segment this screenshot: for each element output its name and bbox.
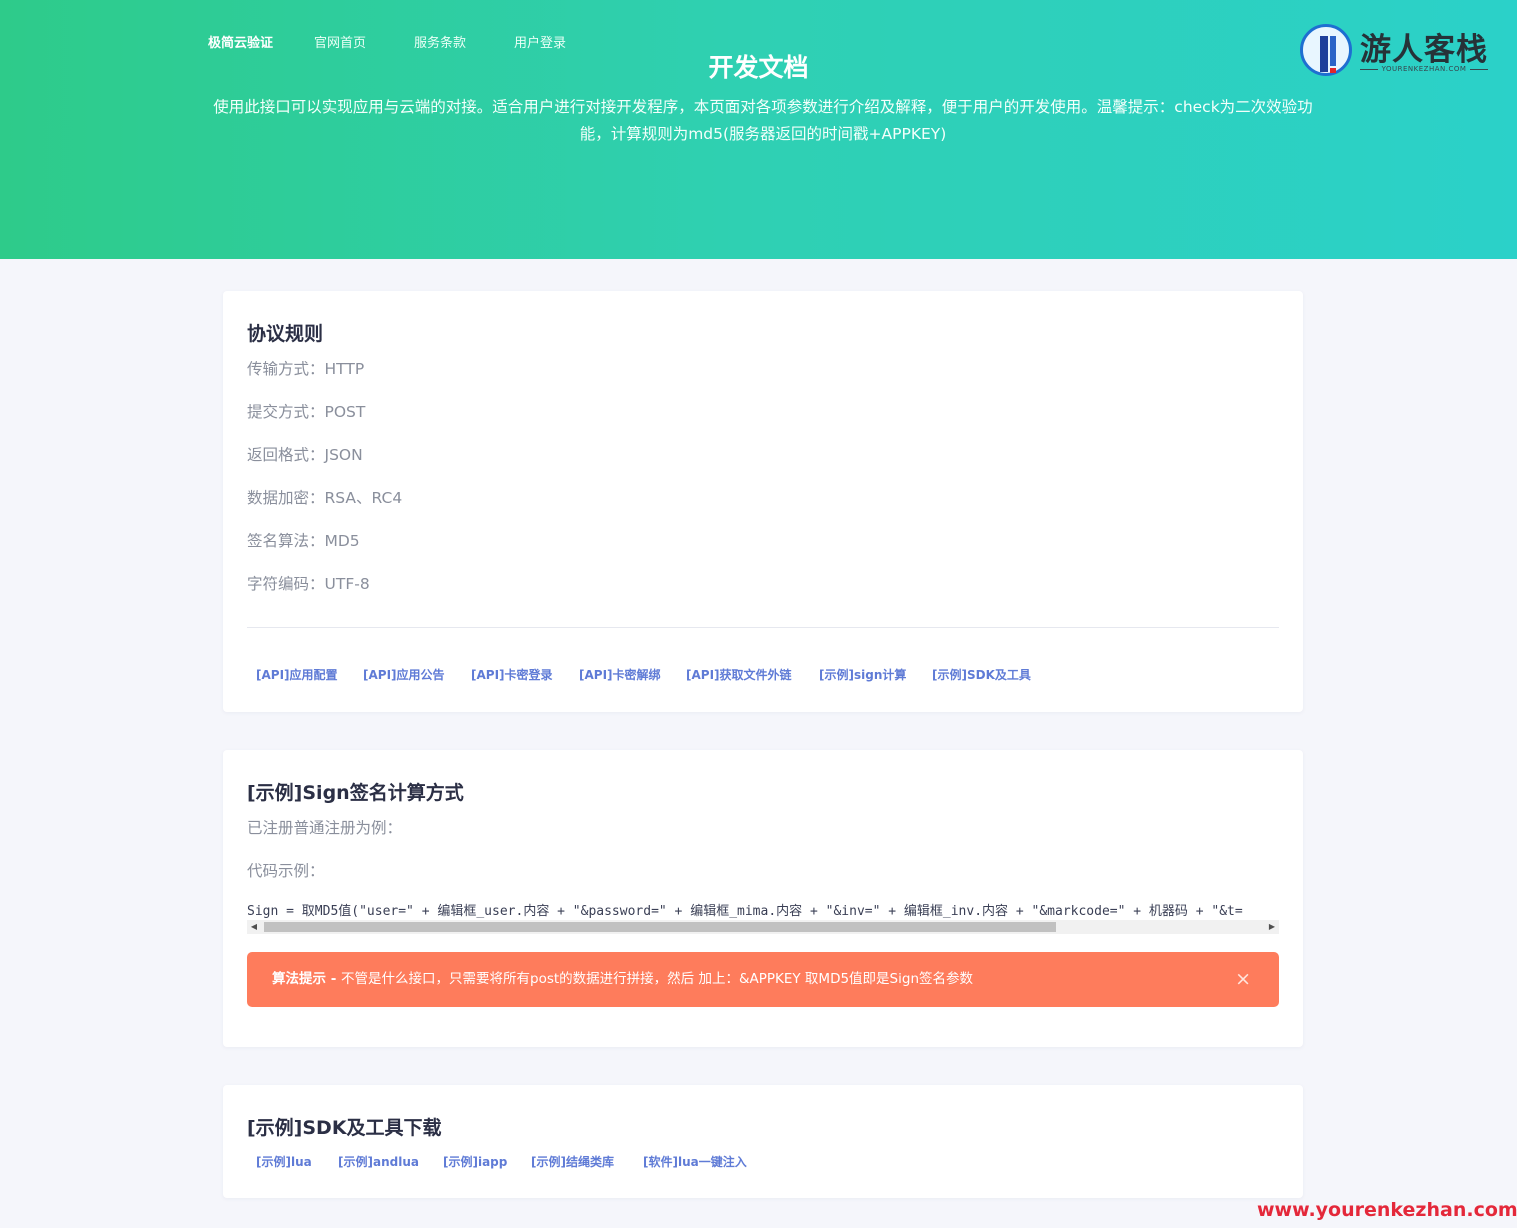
logo-mark-icon [1300,24,1352,76]
close-icon[interactable]: × [1235,952,1251,1007]
link-app-config[interactable]: [API]应用配置 [256,666,338,683]
link-jieshen[interactable]: [示例]结绳类库 [531,1153,614,1170]
scroll-left-arrow-icon[interactable]: ◀ [247,920,261,934]
rule-signature: 签名算法：MD5 [247,532,360,550]
sign-card: [示例]Sign签名计算方式 已注册普通注册为例： 代码示例： Sign = 取… [223,750,1303,1047]
scroll-thumb[interactable] [264,922,1056,932]
link-sdk-tools[interactable]: [示例]SDK及工具 [932,666,1031,683]
alert-text: 不管是什么接口，只需要将所有post的数据进行拼接，然后 加上：&APPKEY … [341,971,974,987]
link-iapp[interactable]: [示例]iapp [443,1153,507,1170]
alert-strong: 算法提示 - [272,971,342,987]
link-app-notice[interactable]: [API]应用公告 [363,666,445,683]
sdk-card: [示例]SDK及工具下载 [示例]lua [示例]andlua [示例]iapp… [223,1085,1303,1198]
page-title: 开发文档 [708,53,809,82]
link-sign-example[interactable]: [示例]sign计算 [819,666,906,683]
divider [247,627,1279,628]
hero-banner: 极简云验证 官网首页 服务条款 用户登录 开发文档 使用此接口可以实现应用与云端… [0,0,1517,259]
protocol-card: 协议规则 传输方式：HTTP 提交方式：POST 返回格式：JSON 数据加密：… [223,291,1303,712]
code-label: 代码示例： [247,862,325,880]
protocol-title: 协议规则 [247,323,324,345]
link-card-unbind[interactable]: [API]卡密解绑 [579,666,661,683]
rule-charset: 字符编码：UTF-8 [247,575,370,593]
sign-title: [示例]Sign签名计算方式 [247,782,464,804]
code-sample: Sign = 取MD5值("user=" + 编辑框_user.内容 + "&p… [247,904,1243,918]
logo-text: 游人客栈 [1360,32,1488,68]
rule-transport: 传输方式：HTTP [247,360,365,378]
algorithm-alert: 算法提示 - 不管是什么接口，只需要将所有post的数据进行拼接，然后 加上：&… [247,952,1279,1007]
link-lua[interactable]: [示例]lua [256,1153,312,1170]
logo-subtitle: YOURENKEZHAN.COM [1360,65,1488,73]
rule-submit: 提交方式：POST [247,403,366,421]
scroll-right-arrow-icon[interactable]: ▶ [1265,920,1279,934]
sign-intro: 已注册普通注册为例： [247,819,403,837]
page-description: 使用此接口可以实现应用与云端的对接。适合用户进行对接开发程序，本页面对各项参数进… [213,98,1313,143]
site-logo[interactable]: 游人客栈 YOURENKEZHAN.COM [1300,24,1490,78]
link-file-link[interactable]: [API]获取文件外链 [686,666,792,683]
link-lua-inject[interactable]: [软件]lua一键注入 [643,1153,747,1170]
link-andlua[interactable]: [示例]andlua [338,1153,419,1170]
code-scrollbar[interactable]: ◀ ▶ [247,920,1279,934]
sdk-title: [示例]SDK及工具下载 [247,1117,442,1139]
watermark: www.yourenkezhan.com [1257,1199,1517,1221]
rule-encryption: 数据加密：RSA、RC4 [247,489,403,507]
rule-format: 返回格式：JSON [247,446,363,464]
link-card-login[interactable]: [API]卡密登录 [471,666,553,683]
